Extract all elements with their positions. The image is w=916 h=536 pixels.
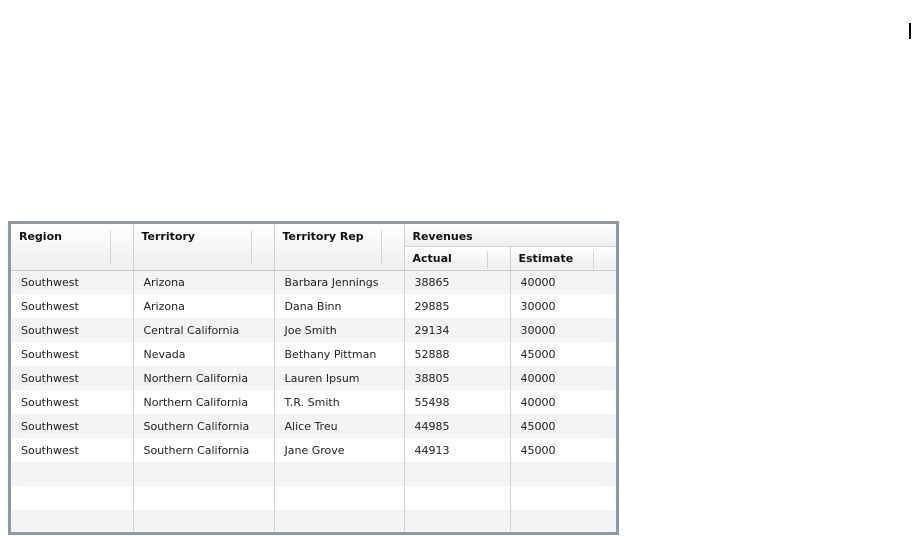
cell-estimate[interactable]: 40000 [510,390,616,414]
table-row[interactable]: Southwest Central California Joe Smith 2… [11,318,616,342]
page: Region Territory Territory Rep Revenues … [0,0,916,536]
empty-cell[interactable] [133,510,275,532]
cell-territory[interactable]: Northern California [133,390,275,414]
empty-cell[interactable] [274,462,405,486]
cell-actual[interactable]: 52888 [404,342,511,366]
header-actual[interactable]: Actual [404,246,511,271]
cell-actual[interactable]: 38805 [404,366,511,390]
table-row[interactable]: Southwest Arizona Dana Binn 29885 30000 [11,294,616,318]
grid-body: Southwest Arizona Barbara Jennings 38865… [11,270,616,532]
table-row[interactable]: Southwest Arizona Barbara Jennings 38865… [11,270,616,294]
cell-estimate[interactable]: 30000 [510,318,616,342]
header-region[interactable]: Region [11,224,134,271]
table-row[interactable]: Southwest Southern California Jane Grove… [11,438,616,462]
cell-territory-rep[interactable]: Barbara Jennings [274,270,405,294]
cell-territory[interactable]: Southern California [133,438,275,462]
cell-estimate[interactable]: 30000 [510,294,616,318]
cell-estimate[interactable]: 45000 [510,438,616,462]
header-revenues-label: Revenues [412,230,473,243]
data-grid[interactable]: Region Territory Territory Rep Revenues … [8,221,619,535]
cell-actual[interactable]: 29134 [404,318,511,342]
empty-cell[interactable] [510,462,616,486]
cell-territory[interactable]: Southern California [133,414,275,438]
cell-region[interactable]: Southwest [11,294,134,318]
cell-territory[interactable]: Northern California [133,366,275,390]
column-separator[interactable] [380,230,382,264]
empty-cell[interactable] [404,486,511,510]
cell-territory[interactable]: Arizona [133,270,275,294]
cell-region[interactable]: Southwest [11,414,134,438]
cell-territory-rep[interactable]: Lauren Ipsum [274,366,405,390]
header-territory-label: Territory [141,230,196,243]
table-row[interactable]: Southwest Nevada Bethany Pittman 52888 4… [11,342,616,366]
cell-actual[interactable]: 55498 [404,390,511,414]
empty-cell[interactable] [274,486,405,510]
header-territory-rep[interactable]: Territory Rep [274,224,405,271]
header-revenues-group: Revenues [404,224,616,247]
empty-cell[interactable] [11,462,134,486]
header-actual-label: Actual [412,251,452,265]
cell-territory[interactable]: Arizona [133,294,275,318]
table-row[interactable]: Southwest Northern California Lauren Ips… [11,366,616,390]
empty-row[interactable] [11,462,616,486]
empty-row[interactable] [11,486,616,510]
cell-territory-rep[interactable]: Bethany Pittman [274,342,405,366]
column-separator[interactable] [593,250,595,269]
empty-cell[interactable] [11,510,134,532]
grid-header: Region Territory Territory Rep Revenues … [11,224,616,271]
cell-actual[interactable]: 44913 [404,438,511,462]
cell-region[interactable]: Southwest [11,390,134,414]
table-row[interactable]: Southwest Southern California Alice Treu… [11,414,616,438]
empty-cell[interactable] [133,486,275,510]
cell-territory-rep[interactable]: T.R. Smith [274,390,405,414]
cell-estimate[interactable]: 45000 [510,342,616,366]
cell-territory-rep[interactable]: Jane Grove [274,438,405,462]
cell-region[interactable]: Southwest [11,318,134,342]
cell-territory[interactable]: Nevada [133,342,275,366]
header-territory[interactable]: Territory [133,224,275,271]
empty-cell[interactable] [510,486,616,510]
empty-cell[interactable] [274,510,405,532]
cell-actual[interactable]: 38865 [404,270,511,294]
empty-cell[interactable] [133,462,275,486]
empty-cell[interactable] [11,486,134,510]
empty-cell[interactable] [510,510,616,532]
cell-actual[interactable]: 29885 [404,294,511,318]
cell-estimate[interactable]: 40000 [510,366,616,390]
cell-territory[interactable]: Central California [133,318,275,342]
cell-region[interactable]: Southwest [11,366,134,390]
cell-estimate[interactable]: 40000 [510,270,616,294]
column-separator[interactable] [109,230,111,264]
table-row[interactable]: Southwest Northern California T.R. Smith… [11,390,616,414]
column-separator[interactable] [250,230,252,264]
cell-territory-rep[interactable]: Alice Treu [274,414,405,438]
cell-region[interactable]: Southwest [11,270,134,294]
cell-territory-rep[interactable]: Dana Binn [274,294,405,318]
cell-actual[interactable]: 44985 [404,414,511,438]
header-territory-rep-label: Territory Rep [282,230,364,243]
header-estimate[interactable]: Estimate [510,246,616,271]
column-separator[interactable] [486,250,488,269]
empty-cell[interactable] [404,462,511,486]
header-region-label: Region [19,230,62,243]
header-estimate-label: Estimate [518,251,574,265]
cell-territory-rep[interactable]: Joe Smith [274,318,405,342]
empty-cell[interactable] [404,510,511,532]
text-cursor [909,23,911,39]
cell-estimate[interactable]: 45000 [510,414,616,438]
cell-region[interactable]: Southwest [11,438,134,462]
empty-row[interactable] [11,510,616,532]
cell-region[interactable]: Southwest [11,342,134,366]
grid-table: Region Territory Territory Rep Revenues … [11,224,616,532]
